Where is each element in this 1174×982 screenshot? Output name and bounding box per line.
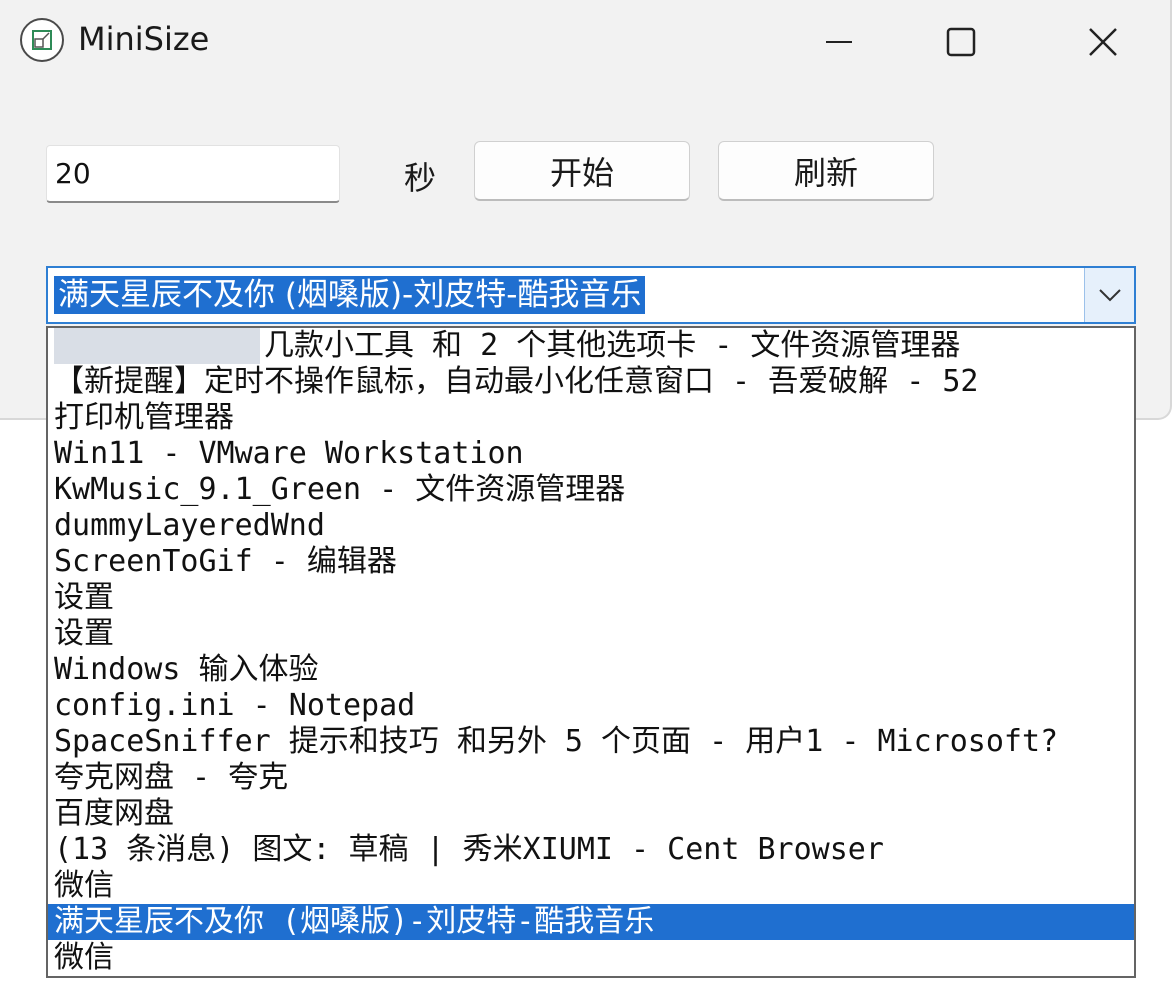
dropdown-option[interactable]: config.ini - Notepad: [48, 688, 1134, 724]
dropdown-option-label: SpaceSniffer 提示和技巧 和另外 5 个页面 - 用户1 - Mic…: [54, 724, 1059, 759]
dropdown-option[interactable]: 微信: [48, 868, 1134, 904]
close-icon: [1089, 28, 1117, 56]
dropdown-option-label: 微信: [54, 940, 114, 975]
dropdown-option[interactable]: dummyLayeredWnd: [48, 508, 1134, 544]
dropdown-option-label: 百度网盘: [54, 796, 174, 831]
dropdown-option-label: (13 条消息) 图文: 草稿 | 秀米XIUMI - Cent Browser: [54, 832, 884, 867]
dropdown-option[interactable]: 打印机管理器: [48, 400, 1134, 436]
dropdown-option[interactable]: 几款小工具 和 2 个其他选项卡 - 文件资源管理器: [48, 328, 1134, 364]
close-button[interactable]: [1068, 14, 1138, 70]
minimize-button[interactable]: [804, 14, 874, 70]
window-select-value: 满天星辰不及你 (烟嗓版)-刘皮特-酷我音乐: [54, 276, 646, 314]
dropdown-option[interactable]: KwMusic_9.1_Green - 文件资源管理器: [48, 472, 1134, 508]
app-icon: [20, 18, 64, 62]
dropdown-option-label: 微信: [54, 868, 114, 903]
dropdown-option-label: 打印机管理器: [54, 400, 234, 435]
window-select-combobox[interactable]: 满天星辰不及你 (烟嗓版)-刘皮特-酷我音乐: [46, 266, 1136, 324]
maximize-button[interactable]: [926, 14, 996, 70]
dropdown-option[interactable]: (13 条消息) 图文: 草稿 | 秀米XIUMI - Cent Browser: [48, 832, 1134, 868]
dropdown-option-label: dummyLayeredWnd: [54, 508, 325, 543]
chevron-down-icon: [1098, 289, 1121, 302]
dropdown-option[interactable]: ScreenToGif - 编辑器: [48, 544, 1134, 580]
dropdown-option-label: KwMusic_9.1_Green - 文件资源管理器: [54, 472, 626, 507]
dropdown-option[interactable]: 百度网盘: [48, 796, 1134, 832]
dropdown-option-label: 夸克网盘 - 夸克: [54, 760, 289, 795]
dropdown-option-label: 设置: [54, 580, 114, 615]
minimize-icon: [826, 41, 852, 43]
dropdown-option[interactable]: 设置: [48, 580, 1134, 616]
window-select-dropdown-list[interactable]: 几款小工具 和 2 个其他选项卡 - 文件资源管理器 【新提醒】定时不操作鼠标，自…: [46, 326, 1136, 978]
refresh-button[interactable]: 刷新: [718, 141, 934, 201]
dropdown-option-label: Win11 - VMware Workstation: [54, 436, 524, 471]
maximize-icon: [946, 27, 976, 57]
dropdown-option-label: 设置: [54, 616, 114, 651]
dropdown-option[interactable]: 微信: [48, 940, 1134, 976]
dropdown-option[interactable]: 设置: [48, 616, 1134, 652]
dropdown-option-label: Windows 输入体验: [54, 652, 319, 687]
dropdown-option[interactable]: Win11 - VMware Workstation: [48, 436, 1134, 472]
dropdown-option[interactable]: 【新提醒】定时不操作鼠标，自动最小化任意窗口 - 吾爱破解 - 52: [48, 364, 1134, 400]
seconds-unit-label: 秒: [404, 159, 437, 197]
window-title: MiniSize: [78, 20, 210, 58]
dropdown-option[interactable]: 满天星辰不及你 (烟嗓版)-刘皮特-酷我音乐: [48, 904, 1134, 940]
dropdown-option[interactable]: 夸克网盘 - 夸克: [48, 760, 1134, 796]
dropdown-toggle-button[interactable]: [1084, 268, 1134, 322]
start-button[interactable]: 开始: [474, 141, 690, 201]
seconds-input[interactable]: [46, 145, 340, 203]
dropdown-option-label: 【新提醒】定时不操作鼠标，自动最小化任意窗口 - 吾爱破解 - 52: [54, 364, 979, 399]
dropdown-option-label: 满天星辰不及你 (烟嗓版)-刘皮特-酷我音乐: [54, 904, 655, 939]
dropdown-option-label: config.ini - Notepad: [54, 688, 416, 723]
dropdown-option-label: 几款小工具 和 2 个其他选项卡 - 文件资源管理器: [264, 328, 961, 363]
title-bar[interactable]: MiniSize: [0, 0, 1172, 84]
dropdown-option[interactable]: SpaceSniffer 提示和技巧 和另外 5 个页面 - 用户1 - Mic…: [48, 724, 1134, 760]
dropdown-option[interactable]: Windows 输入体验: [48, 652, 1134, 688]
dropdown-option-label: ScreenToGif - 编辑器: [54, 544, 397, 579]
redacted-block: [54, 328, 260, 364]
